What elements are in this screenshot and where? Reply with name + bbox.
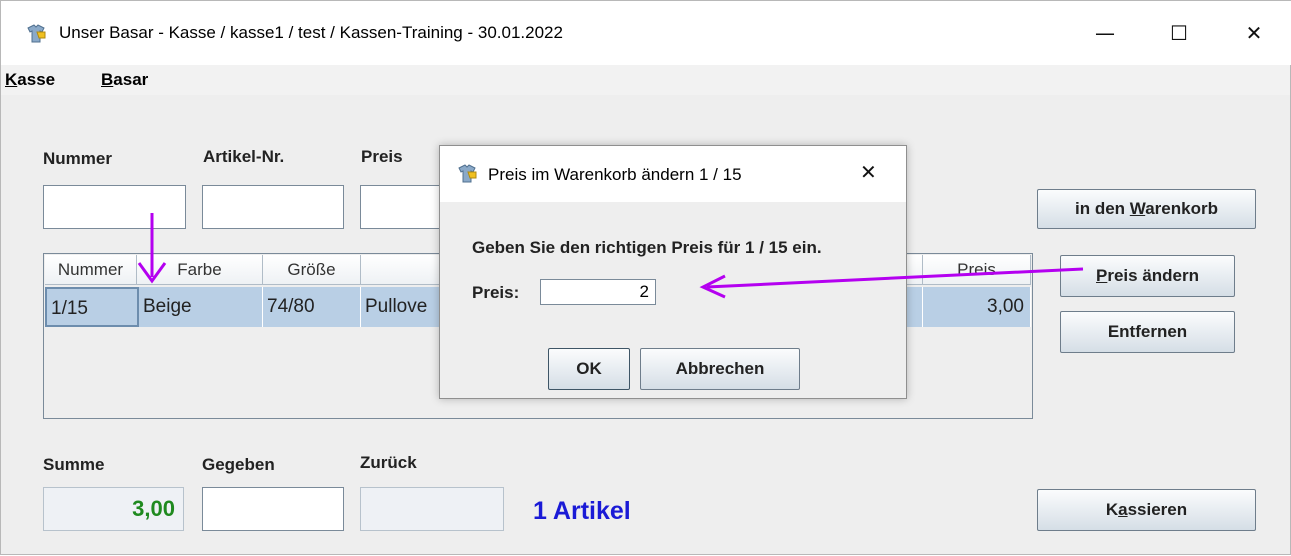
summe-label: Summe: [43, 455, 105, 474]
in-den-warenkorb-button[interactable]: in den Warenkorb: [1037, 189, 1256, 229]
dialog-app-icon: [456, 163, 478, 185]
artikel-nr-input[interactable]: [202, 185, 344, 229]
table-cell-nummer[interactable]: 1/15: [45, 287, 139, 327]
column-header-preis[interactable]: Preis: [923, 255, 1031, 285]
dialog-title-bar: Preis im Warenkorb ändern 1 / 15 ✕: [440, 146, 906, 202]
column-header-nummer[interactable]: Nummer: [45, 255, 137, 285]
app-icon: [25, 23, 47, 45]
preis-aendern-mnemonic: P: [1096, 266, 1108, 285]
artikel-count: 1 Artikel: [533, 497, 631, 525]
menu-kasse-label: asse: [17, 70, 56, 89]
dialog-preis-label: Preis:: [472, 283, 520, 302]
menu-basar-label: asar: [113, 70, 149, 89]
preis-input[interactable]: [360, 185, 450, 229]
preis-dialog: Preis im Warenkorb ändern 1 / 15 ✕ Geben…: [439, 145, 907, 399]
dialog-message: Geben Sie den richtigen Preis für 1 / 15…: [472, 238, 822, 257]
nummer-label: Nummer: [43, 149, 112, 168]
table-cell-farbe[interactable]: Beige: [139, 287, 263, 327]
table-cell-groesse[interactable]: 74/80: [263, 287, 361, 327]
main-window: Unser Basar - Kasse / kasse1 / test / Ka…: [0, 0, 1291, 555]
summe-value: 3,00: [43, 487, 184, 531]
close-icon[interactable]: ✕: [1231, 15, 1277, 51]
dialog-preis-input[interactable]: 2: [540, 279, 656, 305]
kassieren-label-mnemonic: a: [1118, 500, 1128, 519]
menu-basar[interactable]: Basar: [101, 70, 148, 90]
menu-basar-mnemonic: B: [101, 70, 114, 89]
artikel-nr-label: Artikel-Nr.: [203, 147, 285, 166]
kassieren-button[interactable]: Kassieren: [1037, 489, 1256, 531]
dialog-close-icon[interactable]: ✕: [860, 160, 877, 184]
warenkorb-label-pre: in den: [1075, 199, 1130, 218]
table-cell-artikel[interactable]: Pullove: [361, 287, 441, 327]
zurueck-field: [360, 487, 504, 531]
warenkorb-label-mnemonic: W: [1129, 199, 1146, 218]
preis-aendern-label: reis ändern: [1107, 266, 1199, 285]
window-title: Unser Basar - Kasse / kasse1 / test / Ka…: [59, 23, 563, 42]
preis-label: Preis: [361, 147, 403, 166]
maximize-icon[interactable]: ☐: [1156, 15, 1202, 51]
column-header-hidden[interactable]: [907, 255, 923, 285]
column-header-artikel[interactable]: [361, 255, 441, 285]
warenkorb-label-post: arenkorb: [1145, 199, 1218, 218]
title-bar: Unser Basar - Kasse / kasse1 / test / Ka…: [1, 1, 1291, 65]
menu-kasse-mnemonic: K: [5, 70, 18, 89]
menu-bar: Kasse Basar: [1, 65, 1290, 95]
preis-aendern-button[interactable]: Preis ändern: [1060, 255, 1235, 297]
entfernen-button[interactable]: Entfernen: [1060, 311, 1235, 353]
column-header-groesse[interactable]: Größe: [263, 255, 361, 285]
table-cell-preis[interactable]: 3,00: [923, 287, 1031, 327]
ok-button[interactable]: OK: [548, 348, 630, 390]
gegeben-label: Gegeben: [202, 455, 275, 474]
gegeben-input[interactable]: [202, 487, 344, 531]
nummer-input[interactable]: [43, 185, 186, 229]
zurueck-label: Zurück: [360, 453, 417, 472]
abbrechen-button[interactable]: Abbrechen: [640, 348, 800, 390]
kassieren-label-pre: K: [1105, 500, 1119, 519]
table-cell-hidden[interactable]: [907, 287, 923, 327]
column-header-farbe[interactable]: Farbe: [137, 255, 263, 285]
dialog-title: Preis im Warenkorb ändern 1 / 15: [488, 165, 742, 184]
minimize-icon[interactable]: —: [1082, 15, 1128, 51]
kassieren-label-post: ssieren: [1127, 500, 1188, 519]
menu-kasse[interactable]: Kasse: [5, 70, 55, 90]
